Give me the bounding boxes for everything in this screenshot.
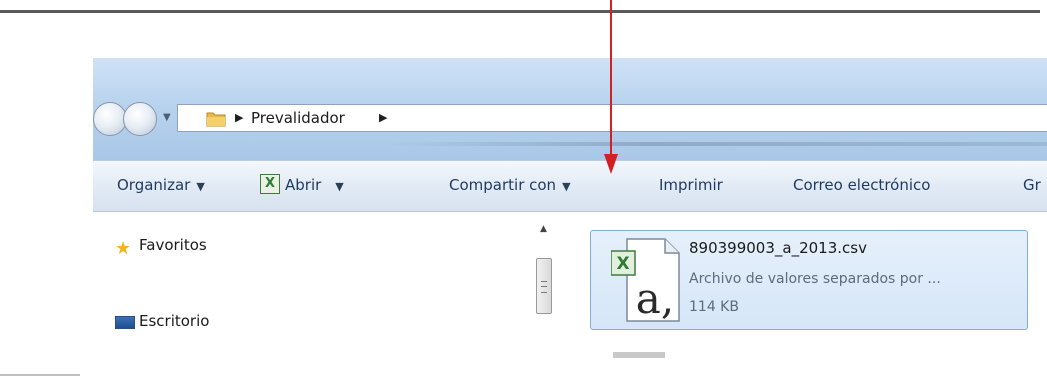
open-menu[interactable]: Abrir ▼ — [285, 176, 344, 194]
scroll-grip-icon — [541, 281, 547, 293]
file-item-selected[interactable]: X a, 890399003_a_2013.csv Archivo de val… — [590, 230, 1028, 330]
nav-item-label: Favoritos — [139, 236, 207, 254]
folder-icon — [206, 112, 226, 127]
file-size: 114 KB — [689, 299, 739, 315]
print-button[interactable]: Imprimir — [659, 176, 723, 194]
content-area: ★ Favoritos Escritorio ▲ X a, 890399003_… — [93, 212, 1047, 358]
organize-label: Organizar — [117, 176, 191, 194]
breadcrumb-folder[interactable]: Prevalidador — [251, 109, 345, 127]
share-label: Compartir con — [449, 176, 557, 194]
address-shadow — [383, 142, 1047, 146]
burn-button[interactable]: Gr — [1023, 176, 1041, 194]
annotation-arrow — [604, 0, 618, 174]
share-menu[interactable]: Compartir con ▼ — [449, 176, 571, 194]
breadcrumb-arrow[interactable]: ▶ — [235, 111, 243, 124]
csv-file-icon: X a, — [611, 238, 680, 323]
recent-pages-dropdown[interactable]: ▼ — [163, 112, 171, 123]
file-type: Archivo de valores separados por ... — [689, 271, 941, 287]
address-region: ▼ ▶ Prevalidador ▶ — [93, 58, 1047, 160]
bottom-rule — [0, 374, 80, 376]
organize-menu[interactable]: Organizar ▼ — [117, 176, 205, 194]
open-label: Abrir — [285, 176, 322, 194]
navigation-pane: ★ Favoritos Escritorio ▲ — [93, 212, 552, 358]
email-button[interactable]: Correo electrónico — [793, 176, 930, 194]
back-button[interactable] — [93, 102, 127, 136]
forward-button[interactable] — [123, 102, 157, 136]
nav-scrollbar[interactable]: ▲ — [533, 220, 555, 358]
file-name: 890399003_a_2013.csv — [689, 239, 867, 257]
chevron-down-icon: ▼ — [196, 180, 205, 193]
excel-icon: X — [260, 174, 280, 194]
scroll-up-icon[interactable]: ▲ — [540, 224, 547, 234]
explorer-window: ▼ ▶ Prevalidador ▶ Organizar ▼ X Abrir ▼ C… — [93, 58, 1047, 358]
desktop-icon — [115, 316, 135, 329]
command-bar: Organizar ▼ X Abrir ▼ Compartir con ▼ Impri… — [93, 160, 1047, 212]
chevron-down-icon: ▼ — [562, 180, 571, 193]
scroll-thumb[interactable] — [536, 258, 552, 314]
csv-glyph: a, — [636, 274, 674, 323]
nav-item-label: Escritorio — [139, 312, 210, 330]
chevron-down-icon: ▼ — [335, 180, 344, 193]
star-icon: ★ — [115, 238, 132, 259]
nav-item-desktop[interactable]: Escritorio — [115, 312, 210, 330]
next-file-item[interactable] — [613, 352, 665, 358]
top-rule — [0, 10, 1040, 13]
nav-item-favorites[interactable]: ★ Favoritos — [115, 236, 207, 259]
breadcrumb-arrow[interactable]: ▶ — [379, 111, 387, 124]
excel-badge-text: X — [616, 254, 629, 274]
